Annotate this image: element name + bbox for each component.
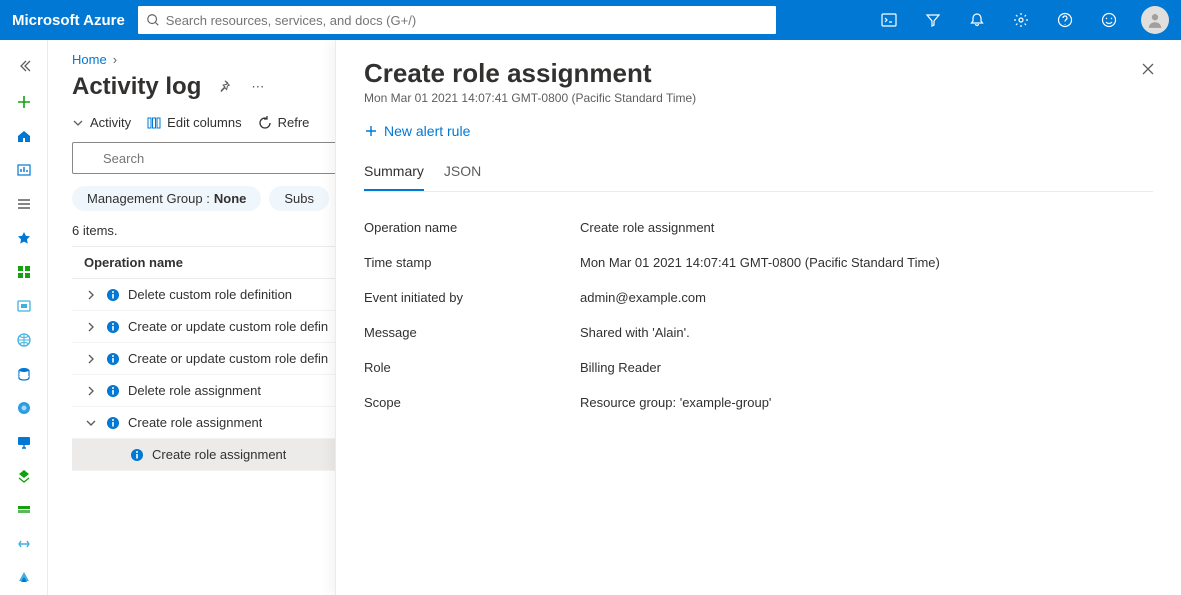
refresh-icon [258,116,272,130]
edit-columns-button[interactable]: Edit columns [147,115,241,130]
search-icon [146,13,160,27]
chevron-icon [84,289,98,301]
help-icon[interactable] [1045,0,1085,40]
detail-timestamp: Mon Mar 01 2021 14:07:41 GMT-0800 (Pacif… [364,91,1153,105]
chevron-icon [84,385,98,397]
row-label: Delete custom role definition [128,287,292,302]
detail-key: Operation name [364,220,580,235]
chevron-down-icon [72,117,84,129]
settings-icon[interactable] [1001,0,1041,40]
detail-value: Shared with 'Alain'. [580,325,1153,340]
detail-key: Time stamp [364,255,580,270]
detail-row: RoleBilling Reader [364,350,1153,385]
virtual-networks-icon[interactable] [4,528,44,560]
chevron-icon [84,353,98,365]
detail-value: Resource group: 'example-group' [580,395,1153,410]
detail-key: Scope [364,395,580,410]
refresh-button[interactable]: Refre [258,115,310,130]
favorites-icon[interactable] [4,222,44,254]
left-rail: SQL [0,40,48,595]
sql-databases-icon[interactable]: SQL [4,358,44,390]
top-bar: Microsoft Azure [0,0,1181,40]
detail-value: admin@example.com [580,290,1153,305]
expand-rail-button[interactable] [0,48,48,84]
plus-icon [364,124,378,138]
directory-filter-icon[interactable] [913,0,953,40]
pin-icon[interactable] [213,75,235,100]
close-icon [1141,62,1155,76]
detail-row: Operation nameCreate role assignment [364,210,1153,245]
detail-row: MessageShared with 'Alain'. [364,315,1153,350]
cosmos-db-icon[interactable] [4,392,44,424]
detail-row: Event initiated byadmin@example.com [364,280,1153,315]
dashboard-icon[interactable] [4,154,44,186]
feedback-icon[interactable] [1089,0,1129,40]
app-services-icon[interactable] [4,324,44,356]
info-icon [106,352,120,366]
tab-summary[interactable]: Summary [364,157,424,191]
info-icon [130,448,144,462]
row-label: Create or update custom role defin [128,319,328,334]
detail-value: Mon Mar 01 2021 14:07:41 GMT-0800 (Pacif… [580,255,1153,270]
resource-groups-icon[interactable] [4,290,44,322]
tab-json[interactable]: JSON [444,157,481,191]
info-icon [106,384,120,398]
row-label: Create role assignment [128,415,262,430]
info-icon [106,288,120,302]
detail-value: Create role assignment [580,220,1153,235]
detail-panel: Create role assignment Mon Mar 01 2021 1… [335,40,1181,595]
detail-row: Time stampMon Mar 01 2021 14:07:41 GMT-0… [364,245,1153,280]
columns-icon [147,116,161,130]
all-services-icon[interactable] [4,188,44,220]
virtual-machines-icon[interactable] [4,426,44,458]
detail-tabs: Summary JSON [364,157,1153,192]
chevron-icon [84,417,98,429]
info-icon [106,320,120,334]
detail-key: Role [364,360,580,375]
activity-dropdown[interactable]: Activity [72,115,131,130]
page-title: Activity log [72,73,201,101]
home-icon[interactable] [4,120,44,152]
row-label: Delete role assignment [128,383,261,398]
global-search[interactable] [137,5,777,35]
info-icon [106,416,120,430]
global-search-input[interactable] [166,13,768,28]
brand: Microsoft Azure [12,12,125,29]
chevron-right-icon: › [113,52,117,67]
detail-row: ScopeResource group: 'example-group' [364,385,1153,420]
new-alert-rule-button[interactable]: New alert rule [364,123,470,139]
row-label: Create role assignment [152,447,286,462]
detail-title: Create role assignment [364,58,1153,89]
detail-key: Message [364,325,580,340]
detail-value: Billing Reader [580,360,1153,375]
detail-key: Event initiated by [364,290,580,305]
load-balancers-icon[interactable] [4,460,44,492]
top-icon-bar [869,0,1169,40]
more-icon[interactable]: ⋯ [247,75,268,99]
close-button[interactable] [1135,56,1161,85]
azure-ad-icon[interactable] [4,562,44,594]
avatar[interactable] [1141,6,1169,34]
management-group-filter[interactable]: Management Group : None [72,186,261,211]
svg-text:SQL: SQL [18,373,28,379]
all-resources-icon[interactable] [4,256,44,288]
notifications-icon[interactable] [957,0,997,40]
row-label: Create or update custom role defin [128,351,328,366]
chevron-icon [84,321,98,333]
storage-accounts-icon[interactable] [4,494,44,526]
cloud-shell-icon[interactable] [869,0,909,40]
create-resource-icon[interactable] [4,86,44,118]
breadcrumb-home[interactable]: Home [72,52,107,67]
subscription-filter[interactable]: Subs [269,186,329,211]
